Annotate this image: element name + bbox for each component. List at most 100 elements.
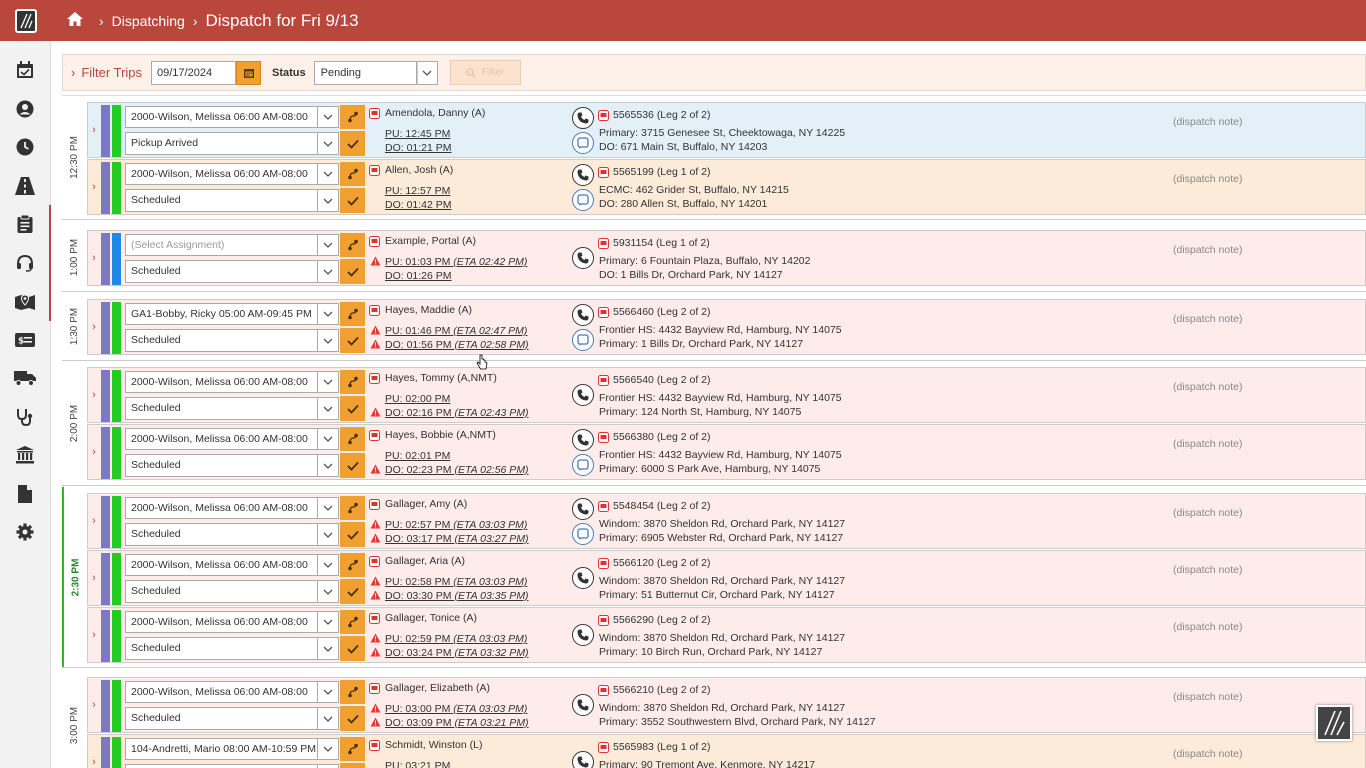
status-dropdown-toggle[interactable] bbox=[317, 580, 339, 603]
assignment-select[interactable]: 2000-Wilson, Melissa 06:00 AM-08:00 bbox=[125, 371, 318, 393]
confirm-button[interactable] bbox=[340, 396, 365, 421]
assignment-dropdown-toggle[interactable] bbox=[317, 163, 339, 185]
phone-button[interactable] bbox=[572, 247, 594, 269]
trip-status-select[interactable]: Scheduled bbox=[125, 189, 318, 212]
trip-status-select[interactable]: Scheduled bbox=[125, 454, 318, 477]
table-row[interactable]: › 2000-Wilson, Melissa 06:00 AM-08:00 Sche… bbox=[87, 159, 1366, 215]
expand-row-icon[interactable]: › bbox=[88, 551, 100, 605]
trip-status-select[interactable]: Scheduled bbox=[125, 580, 318, 603]
nav-calendar[interactable] bbox=[0, 51, 50, 90]
trip-status-select[interactable]: Scheduled bbox=[125, 329, 318, 352]
dispatch-note[interactable]: (dispatch note) bbox=[1173, 244, 1242, 256]
trip-status-select[interactable]: Scheduled bbox=[125, 523, 318, 546]
pickup-time[interactable]: PU: 12:45 PM bbox=[385, 128, 450, 140]
status-dropdown-toggle[interactable] bbox=[317, 189, 339, 212]
phone-button[interactable] bbox=[572, 384, 594, 406]
trip-status-select[interactable]: Scheduled bbox=[125, 637, 318, 660]
passenger-name[interactable]: Gallager, Elizabeth (A) bbox=[369, 682, 490, 694]
assignment-dropdown-toggle[interactable] bbox=[317, 371, 339, 393]
passenger-name[interactable]: Gallager, Amy (A) bbox=[369, 498, 467, 510]
route-button[interactable] bbox=[340, 737, 365, 761]
dropoff-time[interactable]: DO: 03:09 PM (ETA 03:21 PM) bbox=[385, 717, 529, 729]
pickup-time[interactable]: PU: 12:57 PM bbox=[385, 185, 450, 197]
pickup-time[interactable]: PU: 01:03 PM (ETA 02:42 PM) bbox=[385, 256, 527, 268]
assignment-dropdown-toggle[interactable] bbox=[317, 234, 339, 256]
dispatch-note[interactable]: (dispatch note) bbox=[1173, 564, 1242, 576]
nav-billing[interactable]: $ bbox=[0, 321, 50, 360]
assignment-select[interactable]: 2000-Wilson, Melissa 06:00 AM-08:00 bbox=[125, 428, 318, 450]
route-button[interactable] bbox=[340, 105, 365, 129]
status-dropdown-toggle[interactable] bbox=[317, 132, 339, 155]
trip-status-select[interactable]: Pickup Arrived bbox=[125, 132, 318, 155]
dispatch-note[interactable]: (dispatch note) bbox=[1173, 507, 1242, 519]
assignment-dropdown-toggle[interactable] bbox=[317, 681, 339, 703]
dropoff-time[interactable]: DO: 03:30 PM (ETA 03:35 PM) bbox=[385, 590, 529, 602]
expand-row-icon[interactable]: › bbox=[88, 735, 100, 768]
dispatch-note[interactable]: (dispatch note) bbox=[1173, 691, 1242, 703]
nav-history[interactable] bbox=[0, 128, 50, 167]
dispatch-note[interactable]: (dispatch note) bbox=[1173, 313, 1242, 325]
assignment-dropdown-toggle[interactable] bbox=[317, 738, 339, 760]
chat-button[interactable] bbox=[572, 189, 594, 211]
status-dropdown-toggle[interactable] bbox=[317, 707, 339, 730]
confirm-button[interactable] bbox=[340, 579, 365, 604]
chat-button[interactable] bbox=[572, 132, 594, 154]
phone-button[interactable] bbox=[572, 694, 594, 716]
home-icon[interactable] bbox=[67, 12, 83, 29]
table-row[interactable]: › 2000-Wilson, Melissa 06:00 AM-08:00 Sche… bbox=[87, 424, 1366, 480]
breadcrumb-dispatching[interactable]: Dispatching bbox=[112, 13, 185, 29]
passenger-name[interactable]: Hayes, Tommy (A,NMT) bbox=[369, 372, 497, 384]
assignment-dropdown-toggle[interactable] bbox=[317, 554, 339, 576]
assignment-select[interactable]: 2000-Wilson, Melissa 06:00 AM-08:00 bbox=[125, 497, 318, 519]
confirm-button[interactable] bbox=[340, 706, 365, 731]
pickup-time[interactable]: PU: 02:00 PM bbox=[385, 393, 450, 405]
pickup-time[interactable]: PU: 02:58 PM (ETA 03:03 PM) bbox=[385, 576, 527, 588]
route-button[interactable] bbox=[340, 427, 365, 451]
confirm-button[interactable] bbox=[340, 636, 365, 661]
assignment-select[interactable]: 2000-Wilson, Melissa 06:00 AM-08:00 bbox=[125, 106, 318, 128]
nav-map[interactable] bbox=[0, 282, 51, 321]
table-row[interactable]: › (Select Assignment) Scheduled Example, Po… bbox=[87, 230, 1366, 286]
assignment-dropdown-toggle[interactable] bbox=[317, 303, 339, 325]
trip-status-select[interactable]: Scheduled bbox=[125, 764, 318, 768]
status-dropdown-toggle[interactable] bbox=[416, 60, 438, 85]
nav-settings[interactable] bbox=[0, 513, 50, 552]
passenger-name[interactable]: Gallager, Tonice (A) bbox=[369, 612, 477, 624]
passenger-name[interactable]: Schmidt, Winston (L) bbox=[369, 739, 482, 751]
dispatch-note[interactable]: (dispatch note) bbox=[1173, 438, 1242, 450]
nav-routes[interactable] bbox=[0, 167, 50, 206]
chat-button[interactable] bbox=[572, 454, 594, 476]
phone-button[interactable] bbox=[572, 498, 594, 520]
confirm-button[interactable] bbox=[340, 131, 365, 156]
dropoff-time[interactable]: DO: 03:24 PM (ETA 03:32 PM) bbox=[385, 647, 529, 659]
passenger-name[interactable]: Allen, Josh (A) bbox=[369, 164, 453, 176]
dropoff-time[interactable]: DO: 01:42 PM bbox=[385, 199, 452, 211]
assignment-select[interactable]: GA1-Bobby, Ricky 05:00 AM-09:45 PM bbox=[125, 303, 318, 325]
dropoff-time[interactable]: DO: 01:56 PM (ETA 02:58 PM) bbox=[385, 339, 529, 351]
expand-row-icon[interactable]: › bbox=[88, 608, 100, 662]
table-row[interactable]: › 2000-Wilson, Melissa 06:00 AM-08:00 Sche… bbox=[87, 493, 1366, 549]
passenger-name[interactable]: Hayes, Maddie (A) bbox=[369, 304, 472, 316]
assignment-select[interactable]: 2000-Wilson, Melissa 06:00 AM-08:00 bbox=[125, 611, 318, 633]
chat-button[interactable] bbox=[572, 329, 594, 351]
expand-row-icon[interactable]: › bbox=[88, 300, 100, 354]
confirm-button[interactable] bbox=[340, 522, 365, 547]
trip-status-select[interactable]: Scheduled bbox=[125, 707, 318, 730]
confirm-button[interactable] bbox=[340, 453, 365, 478]
route-button[interactable] bbox=[340, 370, 365, 394]
status-dropdown-toggle[interactable] bbox=[317, 523, 339, 546]
status-dropdown-toggle[interactable] bbox=[317, 454, 339, 477]
confirm-button[interactable] bbox=[340, 259, 365, 284]
status-dropdown-toggle[interactable] bbox=[317, 329, 339, 352]
confirm-button[interactable] bbox=[340, 328, 365, 353]
nav-medical[interactable] bbox=[0, 398, 50, 437]
expand-row-icon[interactable]: › bbox=[88, 231, 100, 285]
route-button[interactable] bbox=[340, 680, 365, 704]
nav-documents[interactable] bbox=[0, 475, 50, 514]
table-row[interactable]: › 2000-Wilson, Melissa 06:00 AM-08:00 Pick… bbox=[87, 102, 1366, 158]
phone-button[interactable] bbox=[572, 751, 594, 768]
filter-trips-toggle[interactable]: › Filter Trips bbox=[71, 65, 142, 80]
assignment-select[interactable]: 2000-Wilson, Melissa 06:00 AM-08:00 bbox=[125, 163, 318, 185]
status-select[interactable]: Pending bbox=[313, 60, 417, 85]
nav-institutions[interactable] bbox=[0, 436, 50, 475]
